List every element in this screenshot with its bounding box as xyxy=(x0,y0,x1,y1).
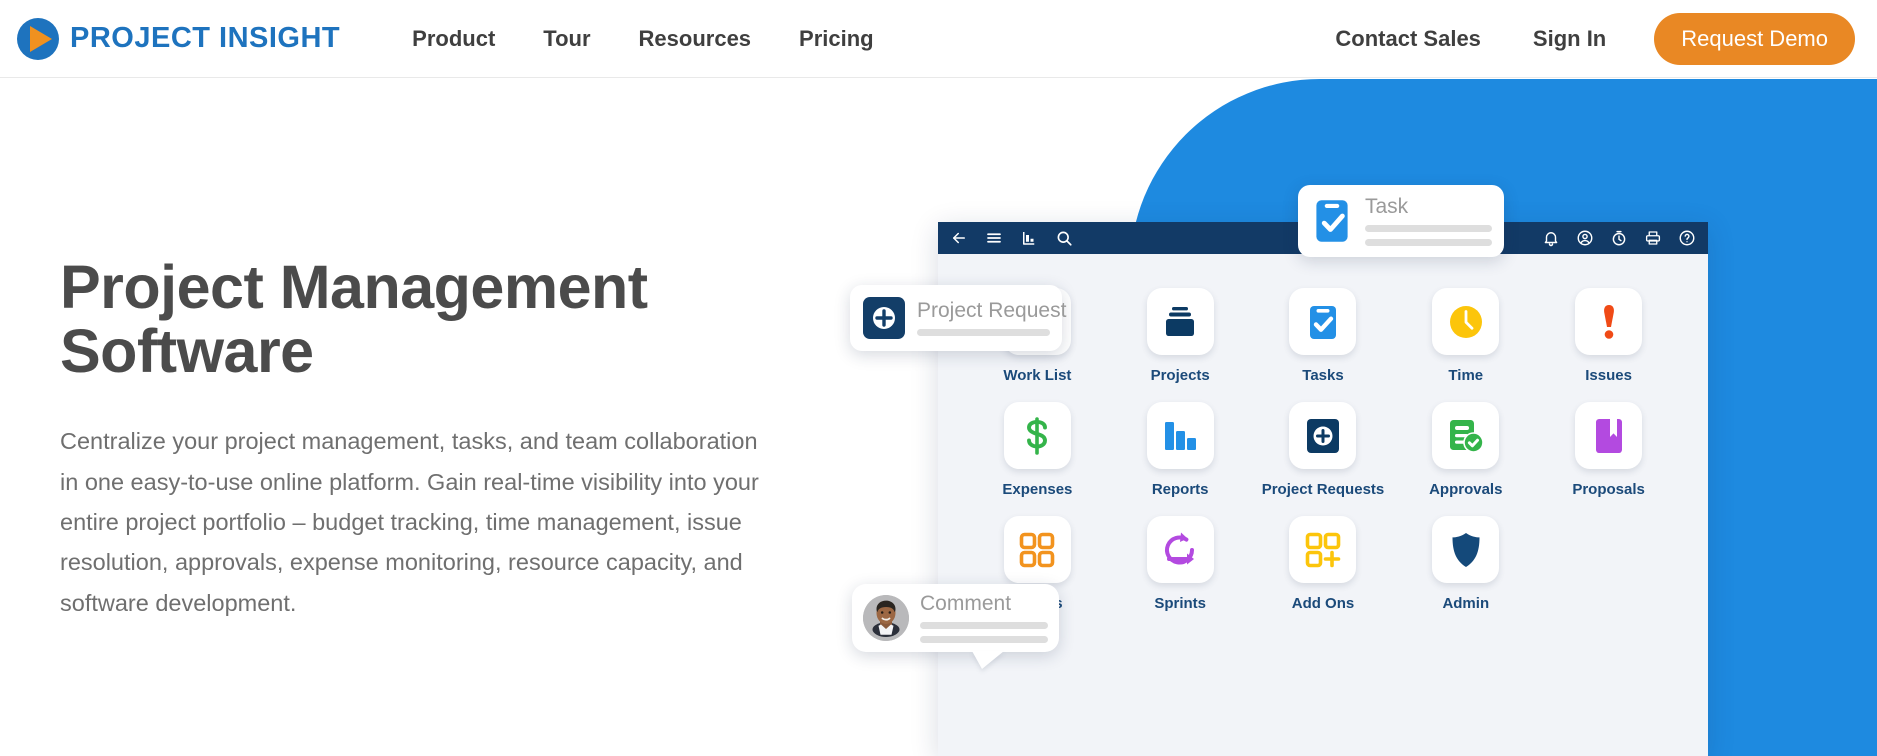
avatar xyxy=(863,595,909,641)
help-icon[interactable] xyxy=(1678,229,1696,247)
bell-icon[interactable] xyxy=(1542,229,1560,247)
account-icon[interactable] xyxy=(1576,229,1594,247)
hamburger-menu-icon[interactable] xyxy=(985,229,1003,247)
archive-box-icon xyxy=(1146,288,1214,355)
grid-plus-icon xyxy=(1289,516,1357,583)
search-icon[interactable] xyxy=(1055,229,1073,247)
app-tile-label: Issues xyxy=(1585,367,1632,384)
request-demo-button[interactable]: Request Demo xyxy=(1654,12,1855,65)
clipboard-check-icon xyxy=(1289,288,1357,355)
exclamation-icon xyxy=(1575,288,1643,355)
app-tile-label: Reports xyxy=(1151,481,1209,498)
app-tile-add-ons[interactable]: Add Ons xyxy=(1259,516,1387,612)
grid-squares-icon xyxy=(1003,516,1071,583)
approval-check-icon xyxy=(1432,402,1500,469)
secondary-navigation: Contact Sales Sign In Request Demo xyxy=(1283,12,1855,65)
nav-item-tour[interactable]: Tour xyxy=(543,26,590,52)
site-header: PROJECT INSIGHT Product Tour Resources P… xyxy=(0,0,1877,78)
placeholder-line xyxy=(1365,225,1492,232)
timer-icon[interactable] xyxy=(1610,229,1628,247)
bookmark-book-icon xyxy=(1575,402,1643,469)
app-tile-label: Work List xyxy=(1003,367,1072,384)
placeholder-line xyxy=(920,636,1048,643)
app-tile-tasks[interactable]: Tasks xyxy=(1259,288,1387,384)
app-tile-approvals[interactable]: Approvals xyxy=(1402,402,1530,498)
site-logo[interactable]: PROJECT INSIGHT xyxy=(16,17,340,61)
app-tile-label: Admin xyxy=(1442,595,1490,612)
floating-card-title: Project Request xyxy=(917,299,1067,322)
app-tile-label: Time xyxy=(1448,367,1484,384)
app-tile-projects[interactable]: Projects xyxy=(1116,288,1244,384)
floating-card-project-request[interactable]: Project Request xyxy=(850,285,1067,351)
app-tile-proposals[interactable]: Proposals xyxy=(1545,402,1673,498)
plus-circle-icon xyxy=(862,296,906,340)
placeholder-line xyxy=(917,329,1050,336)
app-tile-label: Expenses xyxy=(1002,481,1073,498)
app-tile-label: Projects xyxy=(1150,367,1210,384)
app-tile-label: Approvals xyxy=(1429,481,1503,498)
floating-card-title: Task xyxy=(1365,195,1409,218)
printer-icon[interactable] xyxy=(1644,229,1662,247)
refresh-loop-icon xyxy=(1146,516,1214,583)
app-tile-reports[interactable]: Reports xyxy=(1116,402,1244,498)
play-circle-logo-icon xyxy=(16,17,60,61)
nav-item-product[interactable]: Product xyxy=(412,26,495,52)
dollar-sign-icon xyxy=(1003,402,1071,469)
app-tile-sprints[interactable]: Sprints xyxy=(1116,516,1244,612)
shield-icon xyxy=(1432,516,1500,583)
hero-page: PROJECT INSIGHT Product Tour Resources P… xyxy=(0,0,1877,756)
placeholder-line xyxy=(920,622,1048,629)
bar-chart-icon xyxy=(1146,402,1214,469)
primary-navigation: Product Tour Resources Pricing xyxy=(412,26,921,52)
app-tile-admin[interactable]: Admin xyxy=(1402,516,1530,612)
floating-card-task[interactable]: Task xyxy=(1298,185,1504,257)
plus-square-icon xyxy=(1289,402,1357,469)
app-tile-label: Project Requests xyxy=(1261,481,1385,498)
app-tile-label: Add Ons xyxy=(1291,595,1355,612)
app-tile-project-requests[interactable]: Project Requests xyxy=(1259,402,1387,498)
app-tile-label: Sprints xyxy=(1154,595,1207,612)
clipboard-check-icon xyxy=(1310,195,1354,247)
hero-description: Centralize your project management, task… xyxy=(60,428,759,616)
nav-item-contact-sales[interactable]: Contact Sales xyxy=(1335,26,1481,52)
clock-icon xyxy=(1432,288,1500,355)
floating-card-title: Comment xyxy=(920,592,1012,615)
placeholder-line xyxy=(1365,239,1492,246)
app-tile-label: Proposals xyxy=(1572,481,1645,498)
app-tile-time[interactable]: Time xyxy=(1402,288,1530,384)
nav-item-resources[interactable]: Resources xyxy=(639,26,752,52)
back-arrow-icon[interactable] xyxy=(950,229,968,247)
app-tile-expenses[interactable]: Expenses xyxy=(973,402,1101,498)
app-tile-issues[interactable]: Issues xyxy=(1545,288,1673,384)
logo-text: PROJECT INSIGHT xyxy=(70,22,341,54)
chart-icon[interactable] xyxy=(1020,229,1038,247)
nav-item-pricing[interactable]: Pricing xyxy=(799,26,874,52)
page-title: Project Management Software xyxy=(60,253,648,386)
hero-copy: Project Management Software Centralize y… xyxy=(60,255,780,623)
app-tile-label: Tasks xyxy=(1302,367,1344,384)
speech-bubble-tail xyxy=(972,651,1004,669)
nav-item-sign-in[interactable]: Sign In xyxy=(1533,26,1606,52)
floating-card-comment[interactable]: Comment xyxy=(852,584,1059,669)
